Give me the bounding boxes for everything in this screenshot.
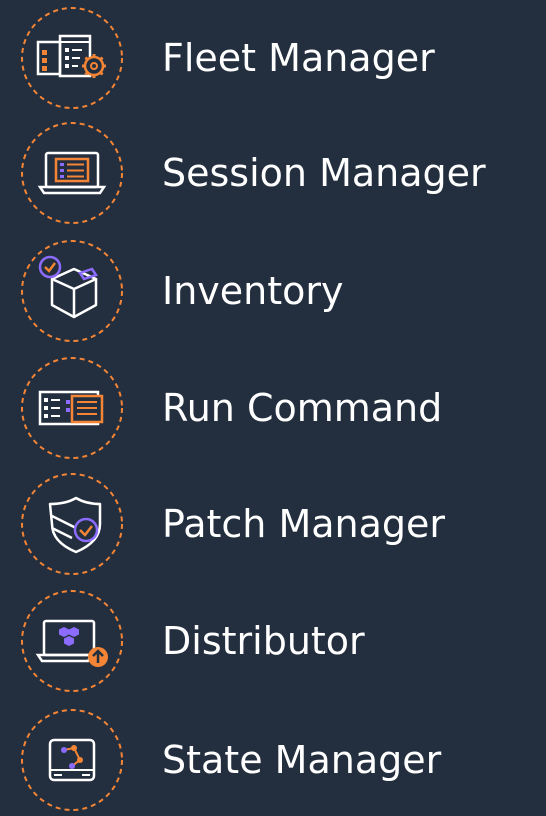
list-item-inventory: Inventory [0, 235, 546, 347]
list-item-state-manager: State Manager [0, 704, 546, 816]
list-item-fleet-manager: Fleet Manager [0, 2, 546, 114]
item-label: Patch Manager [162, 502, 446, 546]
run-command-icon [20, 356, 124, 460]
patch-manager-icon [20, 472, 124, 576]
state-manager-icon [20, 708, 124, 812]
item-label: Run Command [162, 386, 443, 430]
session-manager-icon [20, 121, 124, 225]
inventory-icon [20, 239, 124, 343]
item-label: Fleet Manager [162, 36, 435, 80]
service-list: Fleet Manager Session Manager Inventory … [0, 0, 546, 811]
item-label: State Manager [162, 738, 442, 782]
list-item-session-manager: Session Manager [0, 117, 546, 229]
item-label: Distributor [162, 619, 365, 663]
list-item-run-command: Run Command [0, 352, 546, 464]
list-item-distributor: Distributor [0, 585, 546, 697]
fleet-manager-icon [20, 6, 124, 110]
item-label: Inventory [162, 269, 344, 313]
distributor-icon [20, 589, 124, 693]
item-label: Session Manager [162, 151, 486, 195]
list-item-patch-manager: Patch Manager [0, 468, 546, 580]
